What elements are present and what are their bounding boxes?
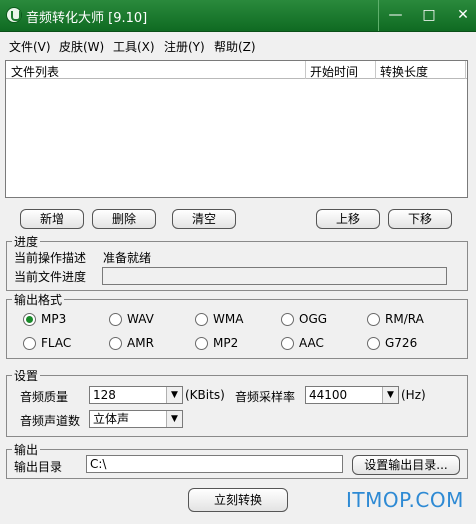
- window-title: 音频转化大师 [9.10]: [26, 11, 148, 26]
- move-down-button[interactable]: 下移: [388, 209, 452, 229]
- audio-quality-select[interactable]: 128 ▼: [89, 386, 183, 404]
- menu-file[interactable]: 文件(V): [9, 38, 51, 55]
- column-convert-length[interactable]: 转换长度: [380, 63, 428, 80]
- title-bar: 音频转化大师 [9.10] — □ ✕: [0, 0, 476, 32]
- delete-button[interactable]: 删除: [92, 209, 156, 229]
- audio-quality-value: 128: [93, 388, 116, 402]
- dropdown-arrow-icon[interactable]: ▼: [382, 387, 398, 403]
- label-rm-ra[interactable]: RM/RA: [385, 312, 424, 326]
- dropdown-arrow-icon[interactable]: ▼: [166, 387, 182, 403]
- current-file-progress-label: 当前文件进度: [14, 270, 87, 284]
- file-list-header: 文件列表 开始时间 转换长度: [6, 61, 467, 79]
- label-flac[interactable]: FLAC: [41, 336, 71, 350]
- progress-legend: 进度: [12, 233, 41, 250]
- current-operation-value: 准备就绪: [103, 251, 152, 265]
- channels-label: 音频声道数: [20, 414, 81, 428]
- radio-wav[interactable]: [109, 313, 122, 326]
- radio-mp3[interactable]: [23, 313, 36, 326]
- label-mp3[interactable]: MP3: [41, 312, 66, 326]
- output-format-group: 输出格式: [6, 291, 468, 359]
- label-amr[interactable]: AMR: [127, 336, 154, 350]
- app-icon: [6, 7, 22, 23]
- radio-flac[interactable]: [23, 337, 36, 350]
- channels-select[interactable]: 立体声 ▼: [89, 410, 183, 428]
- audio-quality-label: 音频质量: [20, 390, 69, 404]
- label-wav[interactable]: WAV: [127, 312, 154, 326]
- output-format-legend: 输出格式: [12, 291, 65, 308]
- radio-g726[interactable]: [367, 337, 380, 350]
- minimize-button[interactable]: —: [378, 0, 412, 31]
- file-list[interactable]: 文件列表 开始时间 转换长度: [5, 60, 468, 198]
- radio-ogg[interactable]: [281, 313, 294, 326]
- radio-amr[interactable]: [109, 337, 122, 350]
- sample-rate-value: 44100: [309, 388, 348, 402]
- dropdown-arrow-icon[interactable]: ▼: [166, 411, 182, 427]
- clear-button[interactable]: 清空: [172, 209, 236, 229]
- output-dir-input[interactable]: C:\: [86, 455, 343, 473]
- radio-aac[interactable]: [281, 337, 294, 350]
- output-legend: 输出: [12, 441, 41, 458]
- menu-register[interactable]: 注册(Y): [164, 38, 205, 55]
- menu-help[interactable]: 帮助(Z): [214, 38, 256, 55]
- close-button[interactable]: ✕: [446, 0, 476, 31]
- audio-quality-unit: (KBits): [185, 388, 225, 402]
- current-operation-label: 当前操作描述: [14, 251, 87, 265]
- label-aac[interactable]: AAC: [299, 336, 324, 350]
- settings-legend: 设置: [12, 367, 41, 384]
- sample-rate-unit: (Hz): [401, 388, 426, 402]
- menu-bar: 文件(V) 皮肤(W) 工具(X) 注册(Y) 帮助(Z): [0, 34, 476, 56]
- column-start-time[interactable]: 开始时间: [310, 63, 358, 80]
- label-ogg[interactable]: OGG: [299, 312, 327, 326]
- watermark-text: ITMOP.COM: [346, 488, 464, 512]
- maximize-button[interactable]: □: [412, 0, 446, 31]
- output-dir-label: 输出目录: [14, 460, 63, 474]
- radio-rm-ra[interactable]: [367, 313, 380, 326]
- add-button[interactable]: 新增: [20, 209, 84, 229]
- menu-tools[interactable]: 工具(X): [113, 38, 155, 55]
- label-wma[interactable]: WMA: [213, 312, 243, 326]
- set-output-dir-button[interactable]: 设置输出目录...: [352, 455, 460, 475]
- label-mp2[interactable]: MP2: [213, 336, 238, 350]
- sample-rate-label: 音频采样率: [235, 390, 296, 404]
- sample-rate-select[interactable]: 44100 ▼: [305, 386, 399, 404]
- move-up-button[interactable]: 上移: [316, 209, 380, 229]
- radio-wma[interactable]: [195, 313, 208, 326]
- file-progress-bar: [102, 267, 447, 285]
- menu-skin[interactable]: 皮肤(W): [59, 38, 104, 55]
- convert-now-button[interactable]: 立刻转换: [188, 488, 288, 512]
- column-file-list[interactable]: 文件列表: [11, 63, 59, 80]
- label-g726[interactable]: G726: [385, 336, 417, 350]
- channels-value: 立体声: [93, 412, 130, 426]
- radio-mp2[interactable]: [195, 337, 208, 350]
